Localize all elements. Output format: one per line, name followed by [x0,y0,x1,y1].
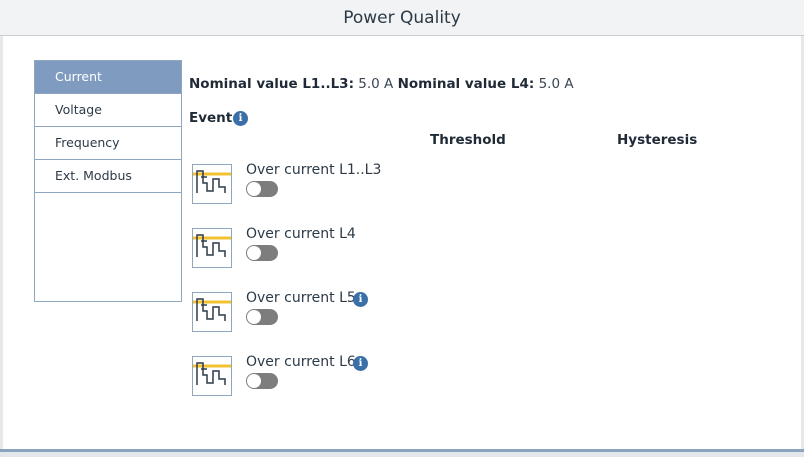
bottom-bar [0,449,804,457]
sidebar-item-ext-modbus[interactable]: Ext. Modbus [35,160,181,193]
event-row-over-current-l6: Over current L6 i [191,354,491,400]
event-toggle[interactable] [246,309,278,325]
event-toggle[interactable] [246,181,278,197]
event-label: Over current L6 [246,354,356,370]
event-row-over-current-l5: Over current L5 i [191,290,491,336]
nominal-l4-value: 5.0 A [538,76,574,92]
overcurrent-waveform-icon [192,356,232,396]
event-row-over-current-l1-l3: Over current L1..L3 [191,162,491,208]
threshold-column-header: Threshold [430,132,506,148]
event-toggle[interactable] [246,245,278,261]
nominal-l4-label: Nominal value L4: [397,76,535,92]
sidebar-item-current[interactable]: Current [35,61,181,94]
toggle-knob [247,310,261,324]
info-icon[interactable]: i [353,292,368,307]
sidebar-item-voltage[interactable]: Voltage [35,94,181,127]
toggle-knob [247,374,261,388]
overcurrent-waveform-icon [192,228,232,268]
nominal-l1l3-value: 5.0 A [358,76,394,92]
frame-left-border [0,36,3,449]
title-bar: Power Quality [0,0,804,36]
page-title: Power Quality [343,8,461,28]
event-label: Over current L1..L3 [246,162,382,178]
toggle-knob [247,182,261,196]
overcurrent-waveform-icon [192,292,232,332]
sidebar-item-frequency[interactable]: Frequency [35,127,181,160]
nominal-values: Nominal value L1..L3: 5.0 A Nominal valu… [189,76,574,92]
event-label: Over current L5 [246,290,356,306]
event-label: Over current L4 [246,226,356,242]
nominal-l1l3-label: Nominal value L1..L3: [189,76,354,92]
overcurrent-waveform-icon [192,164,232,204]
sidebar-nav: Current Voltage Frequency Ext. Modbus [34,60,182,302]
event-toggle[interactable] [246,373,278,389]
hysteresis-column-header: Hysteresis [617,132,698,148]
toggle-knob [247,246,261,260]
event-heading: Event [189,110,233,126]
info-icon[interactable]: i [353,356,368,371]
event-row-over-current-l4: Over current L4 [191,226,491,272]
info-icon[interactable]: i [233,111,248,126]
